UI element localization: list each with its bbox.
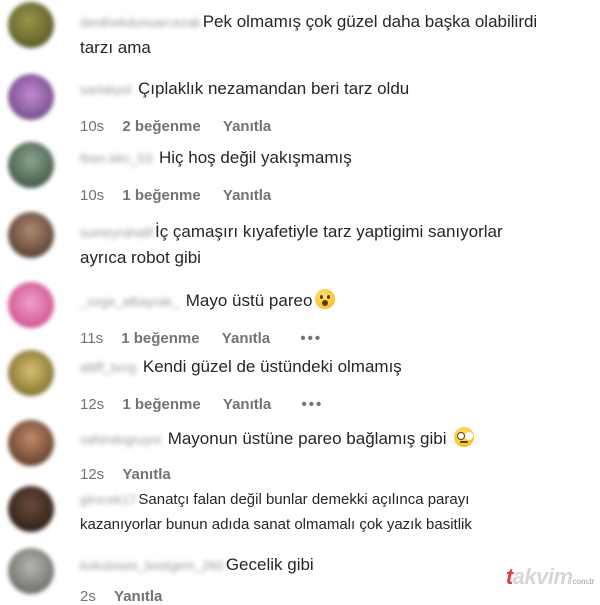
comment-time: 2s <box>80 588 96 605</box>
more-options-icon[interactable]: ••• <box>301 396 323 413</box>
comment-text: Sanatçı falan değil bunlar demekki açılı… <box>138 491 470 508</box>
astonished-emoji-icon <box>315 289 336 309</box>
reply-button[interactable]: Yanıtla <box>222 330 270 347</box>
more-options-icon[interactable]: ••• <box>300 330 322 347</box>
comment-text: Çıplaklık nezamandan beri tarz oldu <box>138 79 410 98</box>
avatar[interactable] <box>8 142 54 188</box>
comment-text: Mayo üstü pareo <box>185 291 313 310</box>
likes-count[interactable]: 1 beğenme <box>121 330 199 347</box>
username[interactable]: _ozge_albayrak_ <box>80 290 179 314</box>
takvim-logo: takvimcom.tr <box>505 564 595 589</box>
username[interactable]: sahindogruyoi <box>80 428 161 452</box>
comment-text: Hiç hoş değil yakışmamış <box>159 148 352 167</box>
username[interactable]: kokuloses_bostgem_260 <box>80 554 224 578</box>
likes-count[interactable]: 2 beğenme <box>122 118 200 135</box>
comment-text: Kendi güzel de üstündeki olmamış <box>142 357 402 376</box>
username[interactable]: sumeyrahalil <box>80 221 153 245</box>
reply-button[interactable]: Yanıtla <box>223 396 271 413</box>
watermark-brand: akvim <box>512 564 573 589</box>
username[interactable]: girocek17 <box>80 488 136 512</box>
comment-text: Gecelik gibi <box>225 555 314 574</box>
likes-count[interactable]: 1 beğenme <box>122 187 200 204</box>
comment-text-continued: ayrıca robot gibi <box>80 248 201 267</box>
avatar[interactable] <box>8 420 54 466</box>
avatar[interactable] <box>8 74 54 120</box>
username[interactable]: altiff_bcrg <box>80 356 136 380</box>
comment-text-continued: tarzı ama <box>80 38 151 57</box>
reply-button[interactable]: Yanıtla <box>114 588 162 605</box>
avatar[interactable] <box>8 486 54 532</box>
comment-time: 12s <box>80 396 105 413</box>
eye-roll-emoji-icon <box>454 427 475 447</box>
avatar[interactable] <box>8 282 54 328</box>
reply-button[interactable]: Yanıtla <box>122 466 170 483</box>
comment-time: 10s <box>80 187 105 204</box>
comment-text: İç çamaşırı kıyafetiyle tarz yaptigimi s… <box>154 222 503 241</box>
comment-text-continued: kazanıyorlar bunun adıda sanat olmamalı … <box>80 516 472 533</box>
watermark-domain: com.tr <box>572 577 595 586</box>
comment-time: 10s <box>80 118 105 135</box>
comment-time: 11s <box>80 330 104 347</box>
avatar[interactable] <box>8 548 54 594</box>
username[interactable]: ftren.blrc_03 <box>80 147 152 171</box>
reply-button[interactable]: Yanıtla <box>223 118 271 135</box>
reply-button[interactable]: Yanıtla <box>223 187 271 204</box>
comment-text: Mayonun üstüne pareo bağlamış gibi <box>167 429 447 448</box>
likes-count[interactable]: 1 beğenme <box>122 396 200 413</box>
username[interactable]: sarlakyol <box>80 78 131 102</box>
comment-time: 12s <box>80 466 105 483</box>
avatar[interactable] <box>8 2 54 48</box>
avatar[interactable] <box>8 350 54 396</box>
avatar[interactable] <box>8 212 54 258</box>
comment-text: Pek olmamış çok güzel daha başka olabili… <box>202 12 538 31</box>
username[interactable]: denthekdunuarcezak <box>80 11 201 35</box>
